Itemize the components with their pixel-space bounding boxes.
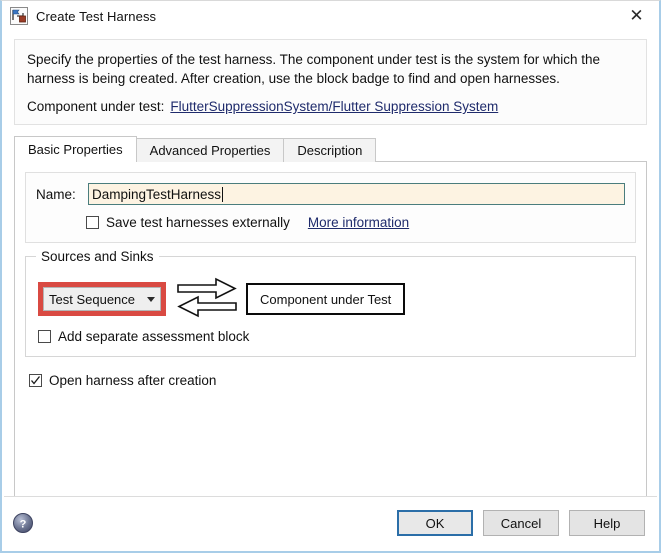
checkmark-icon bbox=[31, 376, 41, 385]
info-paragraph: Specify the properties of the test harne… bbox=[27, 52, 601, 86]
open-after-creation-row: Open harness after creation bbox=[29, 373, 636, 388]
sources-and-sinks-title: Sources and Sinks bbox=[36, 249, 159, 264]
test-harness-icon bbox=[10, 7, 28, 25]
component-under-test-label: Component under test: bbox=[27, 99, 165, 114]
save-externally-checkbox[interactable] bbox=[86, 216, 99, 229]
create-test-harness-dialog: Create Test Harness ✕ Specify the proper… bbox=[0, 0, 661, 553]
source-combo-highlight: Test Sequence bbox=[38, 282, 166, 316]
harness-flow-row: Test Sequence Component under Test bbox=[38, 275, 623, 323]
source-type-dropdown[interactable]: Test Sequence bbox=[43, 287, 161, 311]
sources-and-sinks-group: Sources and Sinks Test Sequence Componen… bbox=[25, 249, 636, 357]
svg-text:?: ? bbox=[20, 519, 27, 531]
text-caret bbox=[222, 186, 224, 202]
help-button[interactable]: Help bbox=[569, 510, 645, 536]
more-information-link[interactable]: More information bbox=[308, 215, 409, 230]
tab-strip: Basic Properties Advanced Properties Des… bbox=[14, 136, 647, 162]
add-assessment-label: Add separate assessment block bbox=[58, 329, 250, 344]
help-circle-icon[interactable]: ? bbox=[12, 512, 34, 534]
dialog-footer: ? OK Cancel Help bbox=[4, 496, 657, 549]
footer-buttons: OK Cancel Help bbox=[397, 510, 645, 536]
info-panel: Specify the properties of the test harne… bbox=[14, 39, 647, 125]
source-type-value: Test Sequence bbox=[49, 291, 136, 307]
tab-advanced-properties[interactable]: Advanced Properties bbox=[135, 138, 285, 162]
ok-button[interactable]: OK bbox=[397, 510, 473, 536]
name-input-value: DampingTestHarness bbox=[92, 186, 222, 202]
close-icon[interactable]: ✕ bbox=[614, 1, 659, 31]
save-externally-label: Save test harnesses externally bbox=[106, 215, 290, 230]
add-assessment-row: Add separate assessment block bbox=[38, 329, 623, 344]
open-after-creation-label: Open harness after creation bbox=[49, 373, 217, 388]
name-row: Name: DampingTestHarness bbox=[36, 183, 625, 205]
dialog-body: Specify the properties of the test harne… bbox=[4, 31, 657, 549]
name-input[interactable]: DampingTestHarness bbox=[88, 183, 625, 205]
add-assessment-checkbox[interactable] bbox=[38, 330, 51, 343]
component-under-test-link[interactable]: FlutterSuppressionSystem/Flutter Suppres… bbox=[170, 99, 498, 114]
component-under-test-row: Component under test: FlutterSuppression… bbox=[27, 99, 634, 114]
cancel-button[interactable]: Cancel bbox=[483, 510, 559, 536]
tab-basic-properties[interactable]: Basic Properties bbox=[14, 136, 137, 162]
name-label: Name: bbox=[36, 186, 76, 202]
name-section: Name: DampingTestHarness Save test harne… bbox=[25, 172, 636, 243]
component-under-test-box-label: Component under Test bbox=[260, 291, 392, 307]
chevron-down-icon bbox=[147, 296, 155, 302]
tab-panel-basic-properties: Name: DampingTestHarness Save test harne… bbox=[14, 162, 647, 536]
window-title: Create Test Harness bbox=[36, 8, 157, 24]
signal-flow-arrows-icon bbox=[176, 276, 238, 323]
open-after-creation-checkbox[interactable] bbox=[29, 374, 42, 387]
save-externally-row: Save test harnesses externally More info… bbox=[86, 215, 625, 230]
component-under-test-box: Component under Test bbox=[246, 283, 406, 315]
title-bar: Create Test Harness ✕ bbox=[2, 1, 659, 31]
tab-description[interactable]: Description bbox=[283, 138, 377, 162]
